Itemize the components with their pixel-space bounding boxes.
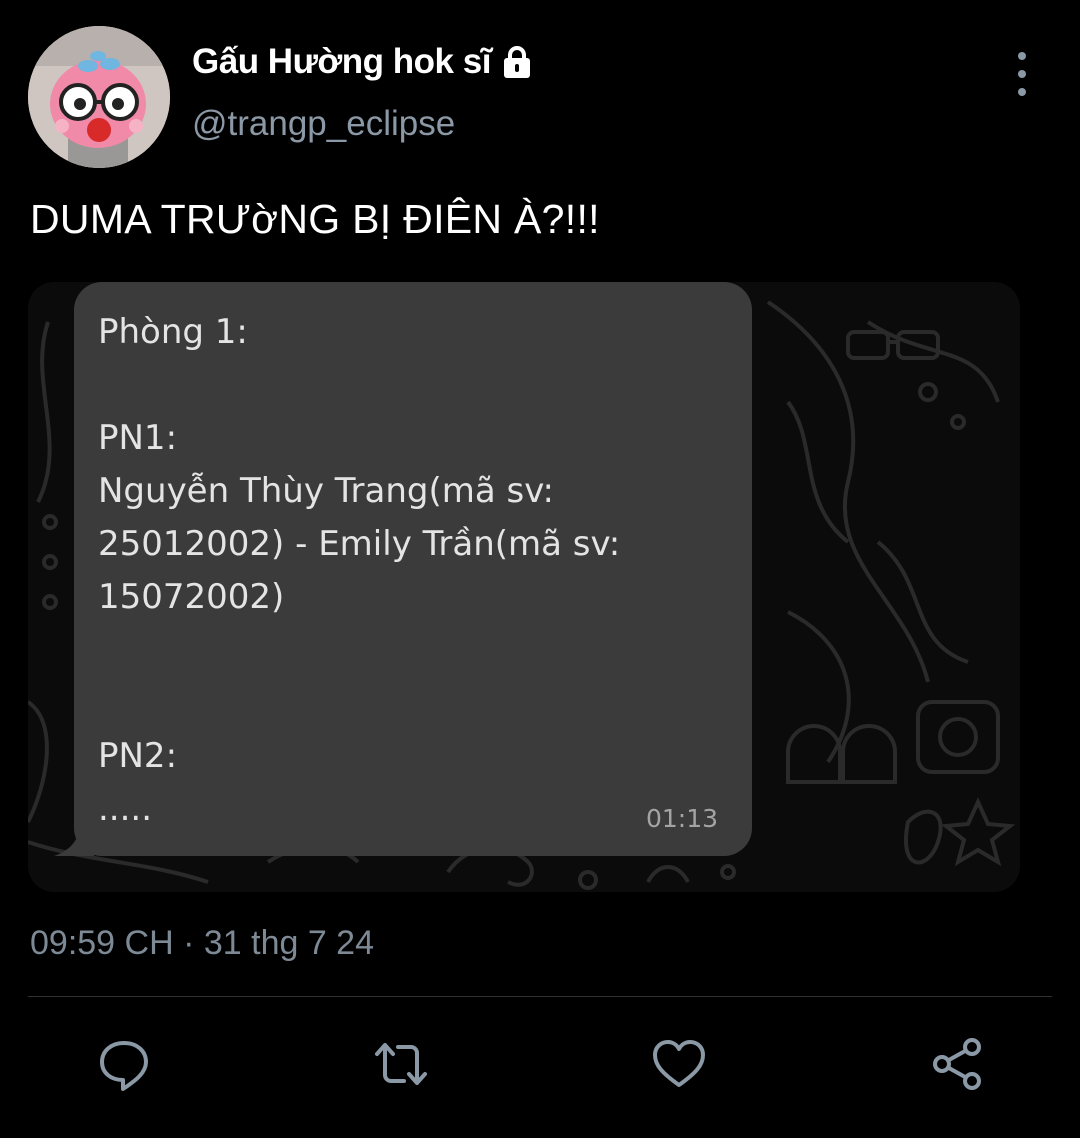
lock-icon bbox=[499, 44, 535, 80]
message-line: ..... bbox=[98, 789, 153, 829]
retweet-button[interactable] bbox=[373, 1036, 429, 1092]
tweet-media[interactable]: Phòng 1: PN1: Nguyễn Thùy Trang(mã sv: 2… bbox=[28, 282, 1020, 892]
divider bbox=[28, 996, 1052, 997]
user-handle[interactable]: @trangp_eclipse bbox=[192, 104, 455, 144]
share-icon bbox=[933, 1038, 981, 1090]
message-line: PN2: bbox=[98, 736, 178, 776]
message-line: 25012002) - Emily Trần(mã sv: bbox=[98, 524, 621, 564]
message-line: Nguyễn Thùy Trang(mã sv: bbox=[98, 471, 554, 511]
more-dot bbox=[1018, 70, 1026, 78]
tweet-text: DUMA TRƯờNG BỊ ĐIÊN À?!!! bbox=[30, 196, 600, 242]
message-line: PN1: bbox=[98, 418, 178, 458]
message-line bbox=[98, 677, 738, 730]
display-name[interactable]: Gấu Hường hok sĩ bbox=[192, 42, 491, 82]
share-button[interactable] bbox=[929, 1036, 985, 1092]
retweet-icon bbox=[375, 1043, 427, 1085]
message-line: 15072002) bbox=[98, 577, 285, 617]
more-options-button[interactable] bbox=[1004, 52, 1040, 96]
reply-button[interactable] bbox=[96, 1036, 152, 1092]
like-icon bbox=[653, 1040, 705, 1087]
message-text: Phòng 1: PN1: Nguyễn Thùy Trang(mã sv: 2… bbox=[98, 306, 738, 836]
avatar[interactable] bbox=[28, 26, 170, 168]
more-dot bbox=[1018, 52, 1026, 60]
avatar-image bbox=[28, 26, 170, 168]
like-button[interactable] bbox=[651, 1036, 707, 1092]
reply-icon bbox=[100, 1041, 148, 1091]
more-dot bbox=[1018, 88, 1026, 96]
display-name-row[interactable]: Gấu Hường hok sĩ bbox=[192, 42, 535, 82]
message-time: 01:13 bbox=[646, 804, 719, 833]
message-line bbox=[98, 624, 738, 677]
tweet-detail: Gấu Hường hok sĩ @trangp_eclipse DUMA TR… bbox=[0, 0, 1080, 1138]
message-line: Phòng 1: bbox=[98, 312, 248, 352]
message-line bbox=[98, 359, 738, 412]
tweet-timestamp[interactable]: 09:59 CH · 31 thg 7 24 bbox=[30, 924, 374, 963]
